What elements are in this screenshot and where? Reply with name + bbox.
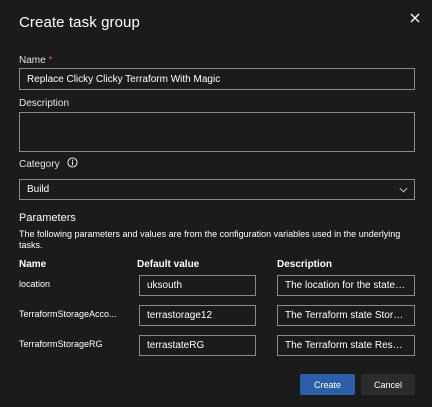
parameter-description-text: The location for the state re... bbox=[285, 280, 407, 291]
dialog-title: Create task group bbox=[19, 14, 140, 31]
parameter-name: location bbox=[19, 279, 51, 289]
column-header-default-value: Default value bbox=[137, 259, 200, 270]
parameter-description-field[interactable]: The Terraform state Storage... bbox=[277, 305, 415, 326]
cancel-button[interactable]: Cancel bbox=[361, 374, 415, 395]
parameter-description-text: The Terraform state Resource bbox=[285, 340, 407, 351]
parameters-description: The following parameters and values are … bbox=[19, 229, 401, 250]
column-header-name: Name bbox=[19, 259, 47, 270]
close-icon bbox=[410, 13, 420, 23]
parameters-title: Parameters bbox=[19, 212, 76, 224]
name-label: Name * bbox=[19, 55, 52, 66]
description-field[interactable] bbox=[19, 112, 415, 152]
default-value-field[interactable]: uksouth bbox=[139, 275, 256, 296]
parameter-description-field[interactable]: The Terraform state Resource bbox=[277, 335, 415, 356]
default-value-field[interactable]: terrastorage12 bbox=[139, 305, 256, 326]
create-button[interactable]: Create bbox=[300, 374, 355, 395]
category-label: Category bbox=[19, 159, 60, 170]
default-value-field[interactable]: terrastateRG bbox=[139, 335, 256, 356]
parameter-description-text: The Terraform state Storage... bbox=[285, 310, 407, 321]
info-icon[interactable] bbox=[67, 157, 78, 168]
default-value-text: uksouth bbox=[147, 280, 183, 291]
parameter-name: TerraformStorageRG bbox=[19, 339, 103, 349]
parameter-description-field[interactable]: The location for the state re... bbox=[277, 275, 415, 296]
create-task-group-dialog: Create task group Name * Replace Clicky … bbox=[0, 0, 432, 407]
name-field[interactable]: Replace Clicky Clicky Terraform With Mag… bbox=[19, 68, 415, 90]
default-value-text: terrastorage12 bbox=[147, 310, 213, 321]
close-button[interactable] bbox=[405, 8, 425, 28]
required-mark: * bbox=[48, 55, 53, 66]
parameter-name: TerraformStorageAcco... bbox=[19, 309, 117, 319]
column-header-description: Description bbox=[277, 259, 333, 270]
name-field-value: Replace Clicky Clicky Terraform With Mag… bbox=[27, 73, 221, 85]
category-select-value: Build bbox=[27, 184, 50, 195]
chevron-down-icon bbox=[399, 187, 408, 193]
name-label-text: Name bbox=[19, 55, 46, 66]
default-value-text: terrastateRG bbox=[147, 340, 205, 351]
category-select[interactable]: Build bbox=[19, 179, 415, 200]
description-label: Description bbox=[19, 98, 70, 109]
